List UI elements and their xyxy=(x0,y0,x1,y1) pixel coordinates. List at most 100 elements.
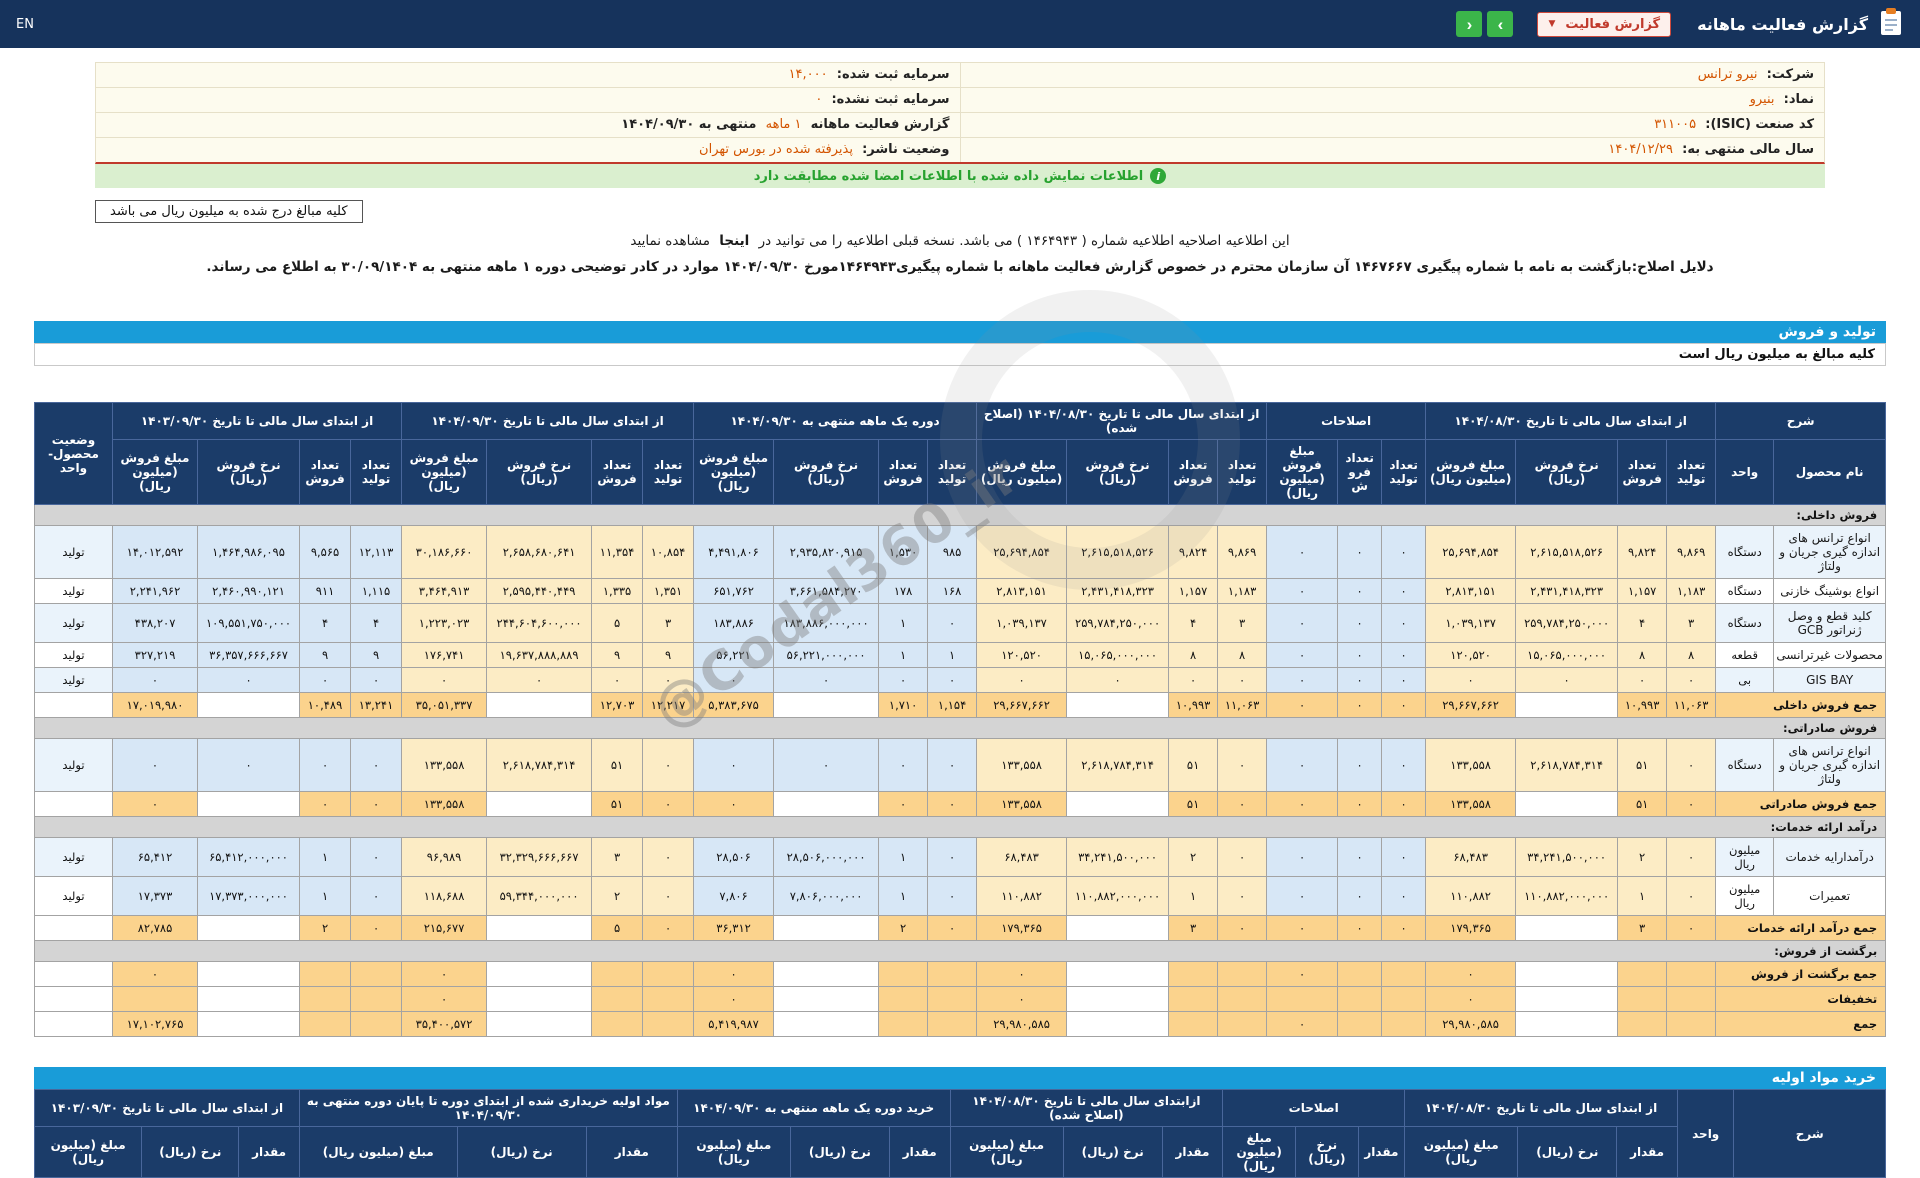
value-cell: ۱۰,۴۸۹ xyxy=(299,692,352,718)
language-toggle[interactable]: EN xyxy=(16,17,34,32)
period-group-header: از ابتدای سال مالی تا تاریخ ۱۴۰۴/۰۸/۳۰ xyxy=(1425,402,1717,440)
header-row: شرح واحد از ابتدای سال مالی تا تاریخ ۱۴۰۴/… xyxy=(34,1089,1886,1178)
unit-cell: بی xyxy=(1715,667,1775,693)
value-cell: ۴ xyxy=(1168,603,1219,643)
column-header: مقدار xyxy=(1616,1126,1678,1178)
column-header: نرخ (ریال) xyxy=(789,1126,890,1178)
value-cell xyxy=(197,961,301,987)
value-cell: ۰ xyxy=(1617,667,1668,693)
value-cell: ۲۹,۶۶۷,۶۶۲ xyxy=(1425,692,1517,718)
company-info: شرکت: نیرو ترانس سرمایه ثبت شده: ۱۴,۰۰۰ … xyxy=(95,62,1825,188)
unit-cell: دستگاه xyxy=(1715,738,1775,792)
value-cell: ۰ xyxy=(1266,1011,1339,1037)
section-row-label: درآمد ارائه خدمات: xyxy=(33,816,1887,838)
field-value: نیرو ترانس xyxy=(1697,67,1758,82)
value-cell: ۲,۴۳۱,۴۱۸,۳۲۳ xyxy=(1515,578,1619,604)
value-cell: ۰ xyxy=(1381,837,1427,877)
value-cell: ۱۱۰,۸۸۲,۰۰۰,۰۰۰ xyxy=(1515,876,1619,916)
value-cell: ۰ xyxy=(1666,876,1717,916)
value-cell: ۰ xyxy=(197,667,301,693)
topbar: گزارش فعالیت ماهانه گزارش فعالیت ▼ › ‹ E… xyxy=(0,0,1920,48)
value-cell: ۹ xyxy=(350,642,403,668)
value-cell: ۱۱۸,۶۸۸ xyxy=(401,876,488,916)
value-cell: ۰ xyxy=(642,876,695,916)
column-header: نرخ (ریال) xyxy=(456,1126,587,1178)
value-cell: ۱۷۸ xyxy=(878,578,929,604)
value-cell: ۱۲۰,۵۲۰ xyxy=(976,642,1068,668)
value-cell: ۵۱ xyxy=(1168,791,1219,817)
column-header: تعداد تولید xyxy=(350,439,403,505)
status-cell xyxy=(34,915,113,941)
value-cell: ۰ xyxy=(878,738,929,792)
value-cell: ۰ xyxy=(642,837,695,877)
value-cell xyxy=(1168,1011,1219,1037)
value-cell: ۱ xyxy=(1617,876,1668,916)
value-cell: ۱۱,۳۵۴ xyxy=(591,525,644,579)
status-cell xyxy=(34,1011,113,1037)
value-cell: ۶۸,۴۸۳ xyxy=(976,837,1068,877)
column-header: تعداد فروش xyxy=(299,439,352,505)
value-cell: ۱,۳۳۵ xyxy=(591,578,644,604)
status-cell xyxy=(34,791,113,817)
value-cell: ۰ xyxy=(1266,667,1339,693)
value-cell xyxy=(642,961,695,987)
value-cell: ۹,۸۲۴ xyxy=(1617,525,1668,579)
value-cell: ۱۲,۱۱۳ xyxy=(350,525,403,579)
report-type-dropdown[interactable]: گزارش فعالیت ▼ xyxy=(1537,11,1672,37)
issuer-status-field: وضعیت ناشر: پذیرفته شده در بورس تهران xyxy=(96,138,960,162)
unit-cell: دستگاه xyxy=(1715,525,1775,579)
unit-cell: میلیون ریال xyxy=(1715,876,1775,916)
next-report-button[interactable]: › xyxy=(1487,11,1514,37)
column-header: تعداد فروش xyxy=(1617,439,1668,505)
value-cell: ۹,۸۲۴ xyxy=(1168,525,1219,579)
value-cell: ۱۱,۰۶۳ xyxy=(1217,692,1268,718)
value-cell: ۰ xyxy=(1168,667,1219,693)
column-header: تعداد تولید xyxy=(1381,439,1427,505)
company-info-row: شرکت: نیرو ترانس سرمایه ثبت شده: ۱۴,۰۰۰ xyxy=(95,62,1825,87)
value-cell: ۰ xyxy=(976,667,1068,693)
value-cell: ۵۹,۳۴۴,۰۰۰,۰۰۰ xyxy=(486,876,593,916)
unit-cell: قطعه xyxy=(1715,642,1775,668)
period-group-header: خرید دوره یک ماهه منتهی به ۱۴۰۴/۰۹/۳۰ xyxy=(676,1089,951,1127)
section-bar-sales: تولید و فروش xyxy=(34,321,1886,343)
value-cell: ۰ xyxy=(1337,603,1383,643)
value-cell: ۰ xyxy=(927,603,978,643)
value-cell: ۰ xyxy=(1217,791,1268,817)
value-cell xyxy=(1381,961,1427,987)
value-cell: ۰ xyxy=(1266,961,1339,987)
status-cell: تولید xyxy=(34,738,113,792)
value-cell xyxy=(1515,1011,1619,1037)
column-header: نرخ فروش (ریال) xyxy=(1515,439,1619,505)
previous-report-button[interactable]: ‹ xyxy=(1456,11,1483,37)
value-cell: ۳ xyxy=(1217,603,1268,643)
value-cell: ۰ xyxy=(927,667,978,693)
table-row: برگشت از فروش: xyxy=(33,940,1887,962)
value-cell: ۶۵,۴۱۲,۰۰۰,۰۰۰ xyxy=(197,837,301,877)
subheader-row: مقدار نرخ (ریال) مبلغ (میلیون ریال) مقدار نر… xyxy=(33,1126,1886,1178)
value-cell: ۲ xyxy=(878,915,929,941)
value-cell xyxy=(773,915,880,941)
table-row: جمع ۲۹,۹۸۰,۵۸۵ ۰ ۲۹,۹۸۰,۵۸۵ ۵,۴۱۹,۹۸۷ ۳۵,۴۰۰,… xyxy=(34,1011,1887,1037)
column-header: مبلغ فروش (میلیون ریال) xyxy=(111,439,199,505)
value-cell: ۰ xyxy=(1266,642,1339,668)
value-cell: ۰ xyxy=(1515,667,1619,693)
amendment-note-text-end: مشاهده نمایید xyxy=(630,233,710,249)
value-cell: ۱۶۸ xyxy=(927,578,978,604)
value-cell: ۰ xyxy=(1337,692,1383,718)
value-cell: ۰ xyxy=(976,961,1068,987)
value-cell xyxy=(1515,692,1619,718)
raw-material-purchase-table: شرح واحد از ابتدای سال مالی تا تاریخ ۱۴۰۴/… xyxy=(33,1089,1886,1178)
value-cell: ۰ xyxy=(693,667,775,693)
value-cell: ۱,۱۵۷ xyxy=(1617,578,1668,604)
value-cell: ۰ xyxy=(1337,667,1383,693)
value-cell xyxy=(773,961,880,987)
field-value: ۱۴,۰۰۰ xyxy=(788,67,828,82)
table-row: فروش داخلی: xyxy=(33,504,1887,526)
value-cell: ۰ xyxy=(1337,791,1383,817)
previous-version-link[interactable]: اینجا xyxy=(719,233,749,249)
value-cell: ۰ xyxy=(642,738,695,792)
value-cell: ۰ xyxy=(1666,667,1717,693)
value-cell: ۱۹,۶۳۷,۸۸۸,۸۸۹ xyxy=(486,642,593,668)
value-cell: ۱۱,۰۶۳ xyxy=(1666,692,1717,718)
value-cell: ۱۷,۱۰۲,۷۶۵ xyxy=(111,1011,199,1037)
